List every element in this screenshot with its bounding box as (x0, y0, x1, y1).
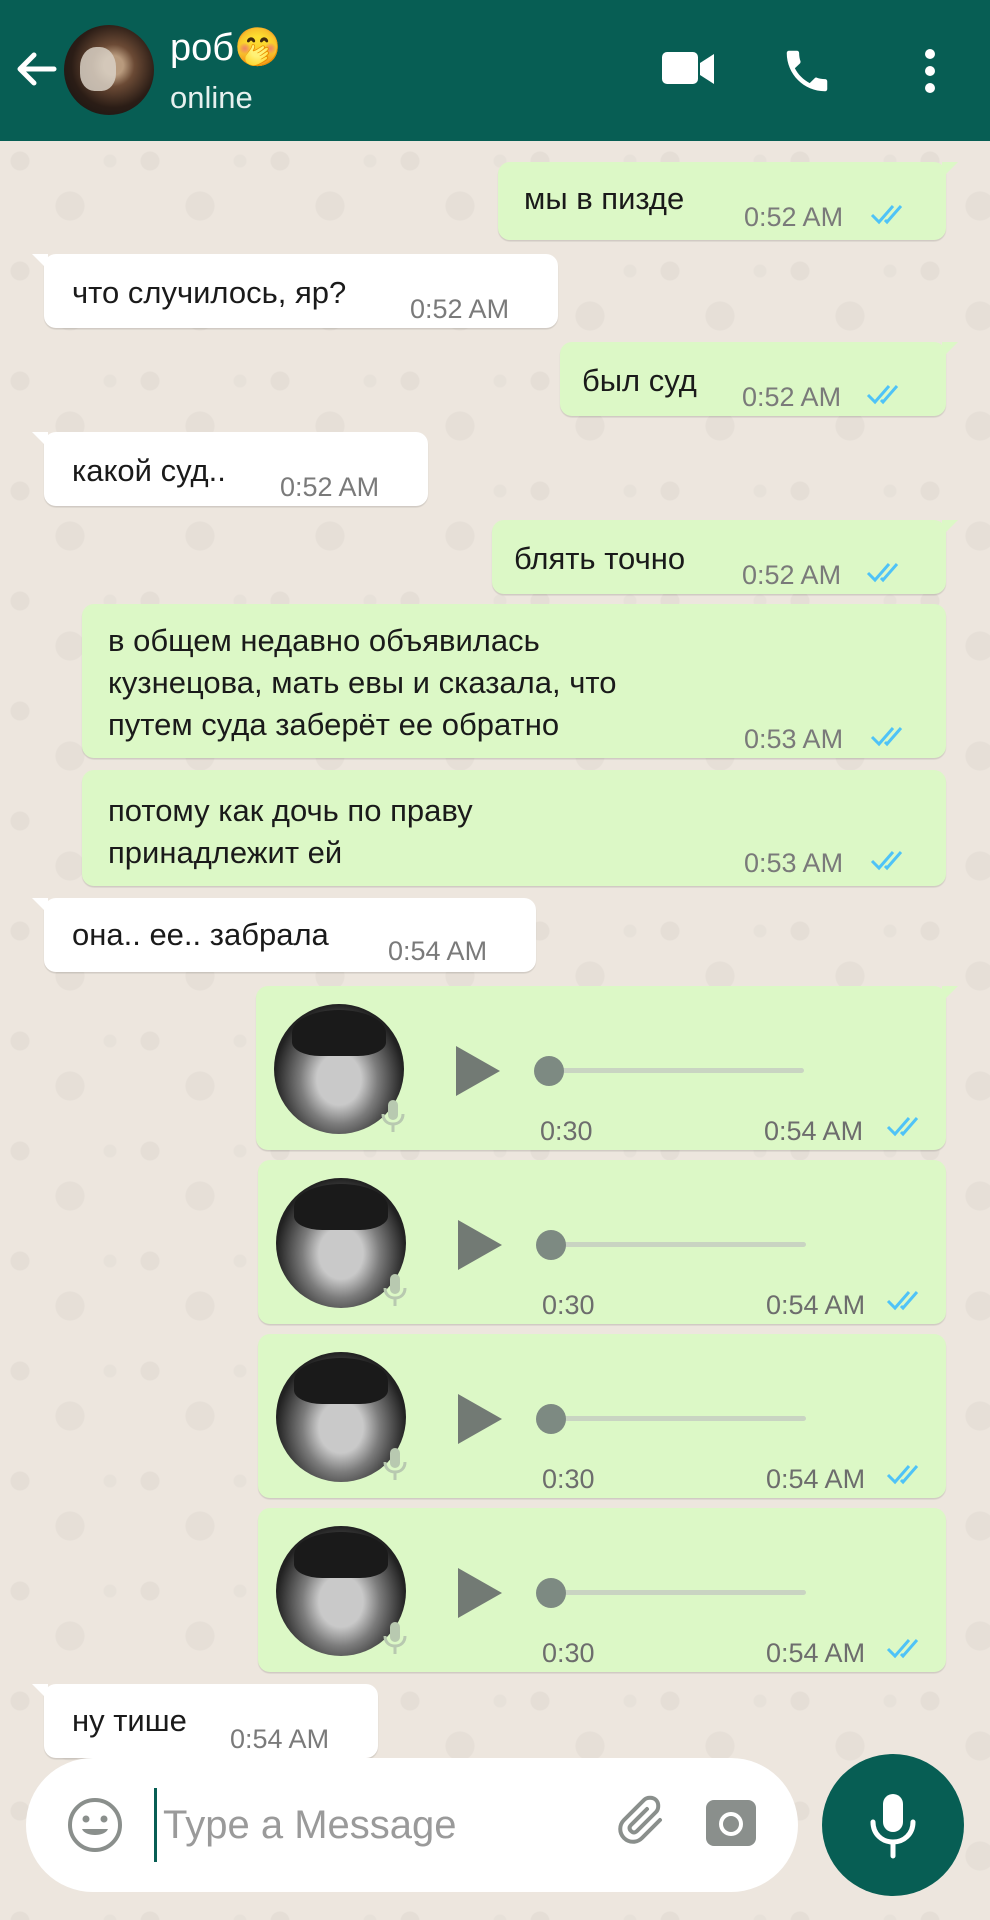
microphone-icon (383, 1622, 407, 1654)
audio-progress-track[interactable] (538, 1068, 804, 1073)
message-text: был суд (582, 363, 697, 398)
audio-seek-handle[interactable] (534, 1056, 564, 1086)
read-receipt-icon (866, 563, 899, 583)
more-options-icon[interactable] (912, 44, 948, 98)
audio-progress-track[interactable] (540, 1242, 806, 1247)
play-icon[interactable] (452, 1564, 506, 1622)
voice-message[interactable]: 0:30 0:54 AM (256, 986, 958, 1150)
message-text: она.. ее.. забрала (72, 917, 329, 952)
bubble-tail (32, 898, 48, 914)
bubble-tail (942, 520, 958, 536)
message-bubble-incoming[interactable]: какой суд.. 0:52 AM (32, 432, 428, 506)
message-bubble-outgoing[interactable]: потому как дочь по праву принадлежит ей … (82, 770, 946, 886)
message-time: 0:52 AM (280, 472, 380, 502)
voice-record-button[interactable] (822, 1754, 964, 1896)
read-receipt-icon (886, 1639, 919, 1659)
microphone-icon (870, 1794, 916, 1859)
voice-call-icon[interactable] (780, 44, 834, 98)
microphone-icon (383, 1448, 407, 1480)
message-time: 0:53 AM (744, 848, 844, 878)
audio-seek-handle[interactable] (536, 1578, 566, 1608)
message-text: мы в пизде (524, 181, 685, 216)
message-composer (26, 1758, 798, 1892)
message-text: блять точно (514, 541, 686, 576)
message-bubble-outgoing[interactable]: блять точно 0:52 AM (492, 520, 958, 594)
voice-duration: 0:30 (542, 1290, 595, 1320)
message-bubble-incoming[interactable]: она.. ее.. забрала 0:54 AM (32, 898, 536, 972)
read-receipt-icon (870, 205, 903, 225)
message-time: 0:54 AM (766, 1464, 866, 1494)
message-line: путем суда заберёт ее обратно (108, 707, 560, 742)
message-line: принадлежит ей (108, 835, 343, 870)
read-receipt-icon (870, 851, 903, 871)
message-time: 0:53 AM (744, 724, 844, 754)
camera-icon[interactable] (702, 1794, 760, 1852)
voice-message[interactable]: 0:30 0:54 AM (258, 1508, 946, 1672)
message-bubble-outgoing[interactable]: в общем недавно объявилась кузнецова, ма… (82, 604, 946, 758)
contact-name[interactable]: роб🤭 (170, 26, 281, 70)
message-line: кузнецова, мать евы и сказала, что (108, 665, 617, 700)
message-bubble-outgoing[interactable]: был суд 0:52 AM (560, 342, 958, 416)
message-time: 0:54 AM (764, 1116, 864, 1146)
message-text: ну тише (72, 1703, 187, 1738)
contact-avatar[interactable] (64, 25, 154, 115)
message-text: что случилось, яр? (72, 275, 347, 310)
message-bubble-incoming[interactable]: что случилось, яр? 0:52 AM (32, 254, 558, 328)
message-time: 0:52 AM (742, 560, 842, 590)
audio-progress-track[interactable] (540, 1590, 806, 1595)
play-icon[interactable] (450, 1042, 504, 1100)
message-time: 0:54 AM (388, 936, 488, 966)
read-receipt-icon (886, 1465, 919, 1485)
bubble-tail (32, 1684, 48, 1700)
video-call-icon[interactable] (660, 44, 716, 94)
read-receipt-icon (866, 385, 899, 405)
message-input[interactable] (154, 1788, 484, 1862)
audio-seek-handle[interactable] (536, 1404, 566, 1434)
message-bubble-outgoing[interactable]: мы в пизде 0:52 AM (498, 162, 958, 240)
microphone-icon (381, 1100, 405, 1132)
message-text: какой суд.. (72, 453, 226, 488)
bubble-tail (32, 254, 48, 270)
read-receipt-icon (886, 1291, 919, 1311)
message-text-block: в общем недавно объявилась кузнецова, ма… (108, 620, 616, 746)
read-receipt-icon (886, 1117, 919, 1137)
message-line: в общем недавно объявилась (108, 623, 540, 658)
contact-status: online (170, 80, 253, 115)
bubble-tail (942, 342, 958, 358)
message-time: 0:54 AM (230, 1724, 330, 1754)
voice-duration: 0:30 (540, 1116, 593, 1146)
audio-seek-handle[interactable] (536, 1230, 566, 1260)
read-receipt-icon (870, 727, 903, 747)
message-time: 0:54 AM (766, 1290, 866, 1320)
audio-progress-track[interactable] (540, 1416, 806, 1421)
bubble-tail (32, 432, 48, 448)
message-time: 0:52 AM (742, 382, 842, 412)
message-time: 0:52 AM (410, 294, 510, 324)
play-icon[interactable] (452, 1216, 506, 1274)
back-arrow-icon[interactable] (14, 47, 58, 91)
bubble-tail (942, 162, 958, 178)
bubble-tail (942, 986, 958, 1002)
message-time: 0:54 AM (766, 1638, 866, 1668)
microphone-icon (383, 1274, 407, 1306)
message-text-block: потому как дочь по праву принадлежит ей (108, 790, 473, 874)
message-bubble-incoming[interactable]: ну тише 0:54 AM (32, 1684, 378, 1758)
voice-duration: 0:30 (542, 1464, 595, 1494)
voice-message[interactable]: 0:30 0:54 AM (258, 1160, 946, 1324)
emoji-icon[interactable] (66, 1796, 124, 1854)
play-icon[interactable] (452, 1390, 506, 1448)
voice-duration: 0:30 (542, 1638, 595, 1668)
chat-header: роб🤭 online (0, 0, 990, 141)
message-time: 0:52 AM (744, 202, 844, 232)
message-line: потому как дочь по праву (108, 793, 473, 828)
attachment-icon[interactable] (616, 1794, 676, 1854)
voice-message[interactable]: 0:30 0:54 AM (258, 1334, 946, 1498)
